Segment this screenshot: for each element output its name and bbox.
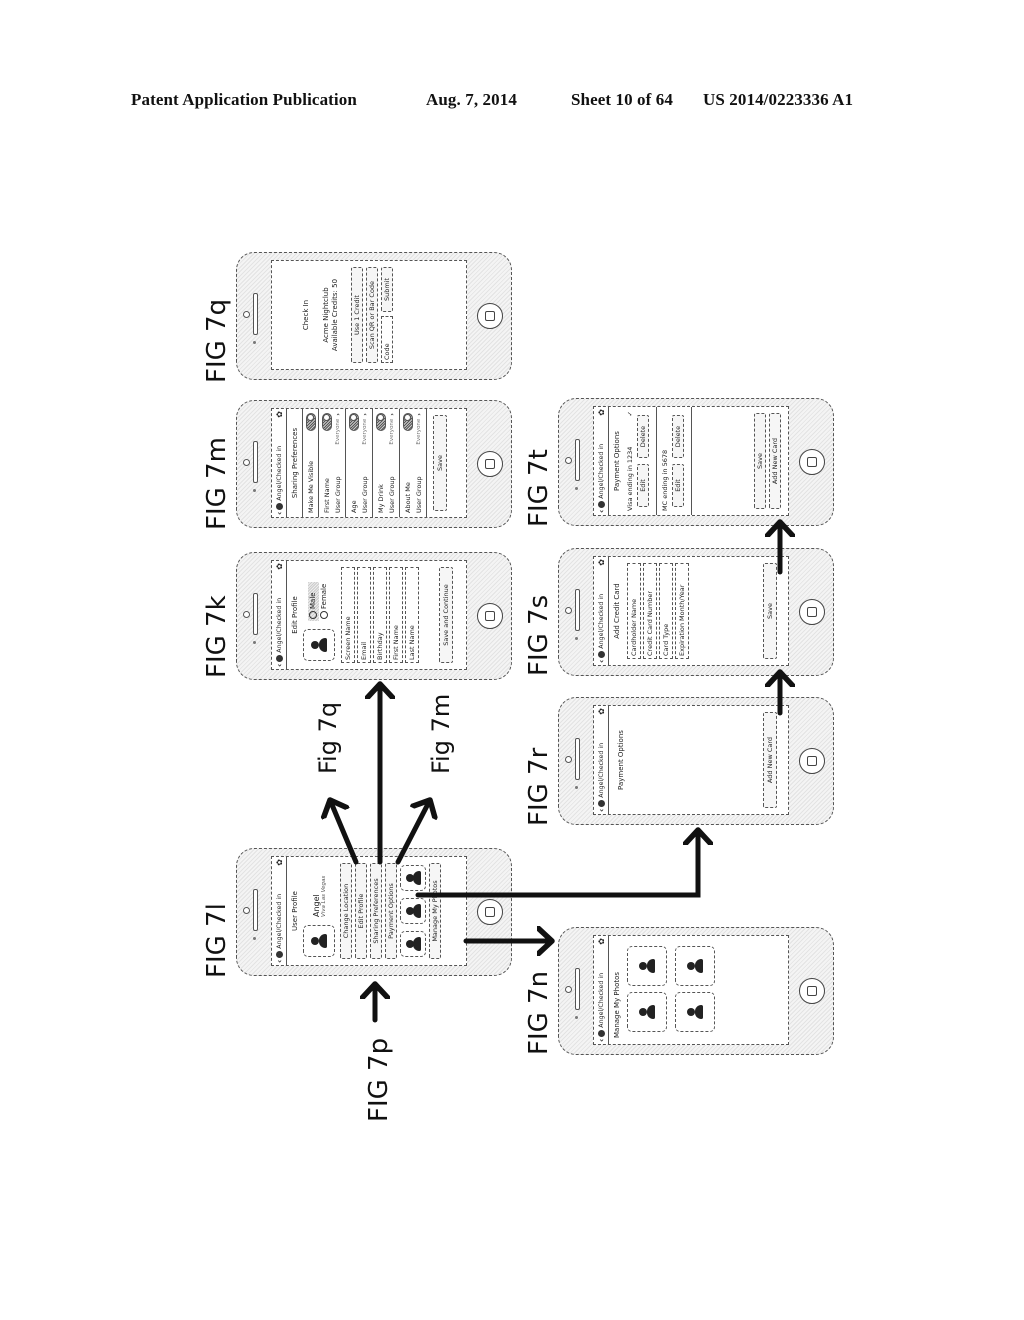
arrow-to-fig7m bbox=[395, 800, 430, 865]
arrow-to-fig7r bbox=[415, 830, 698, 898]
flow-arrows bbox=[0, 0, 1024, 1023]
arrow-to-fig7q bbox=[330, 800, 359, 865]
